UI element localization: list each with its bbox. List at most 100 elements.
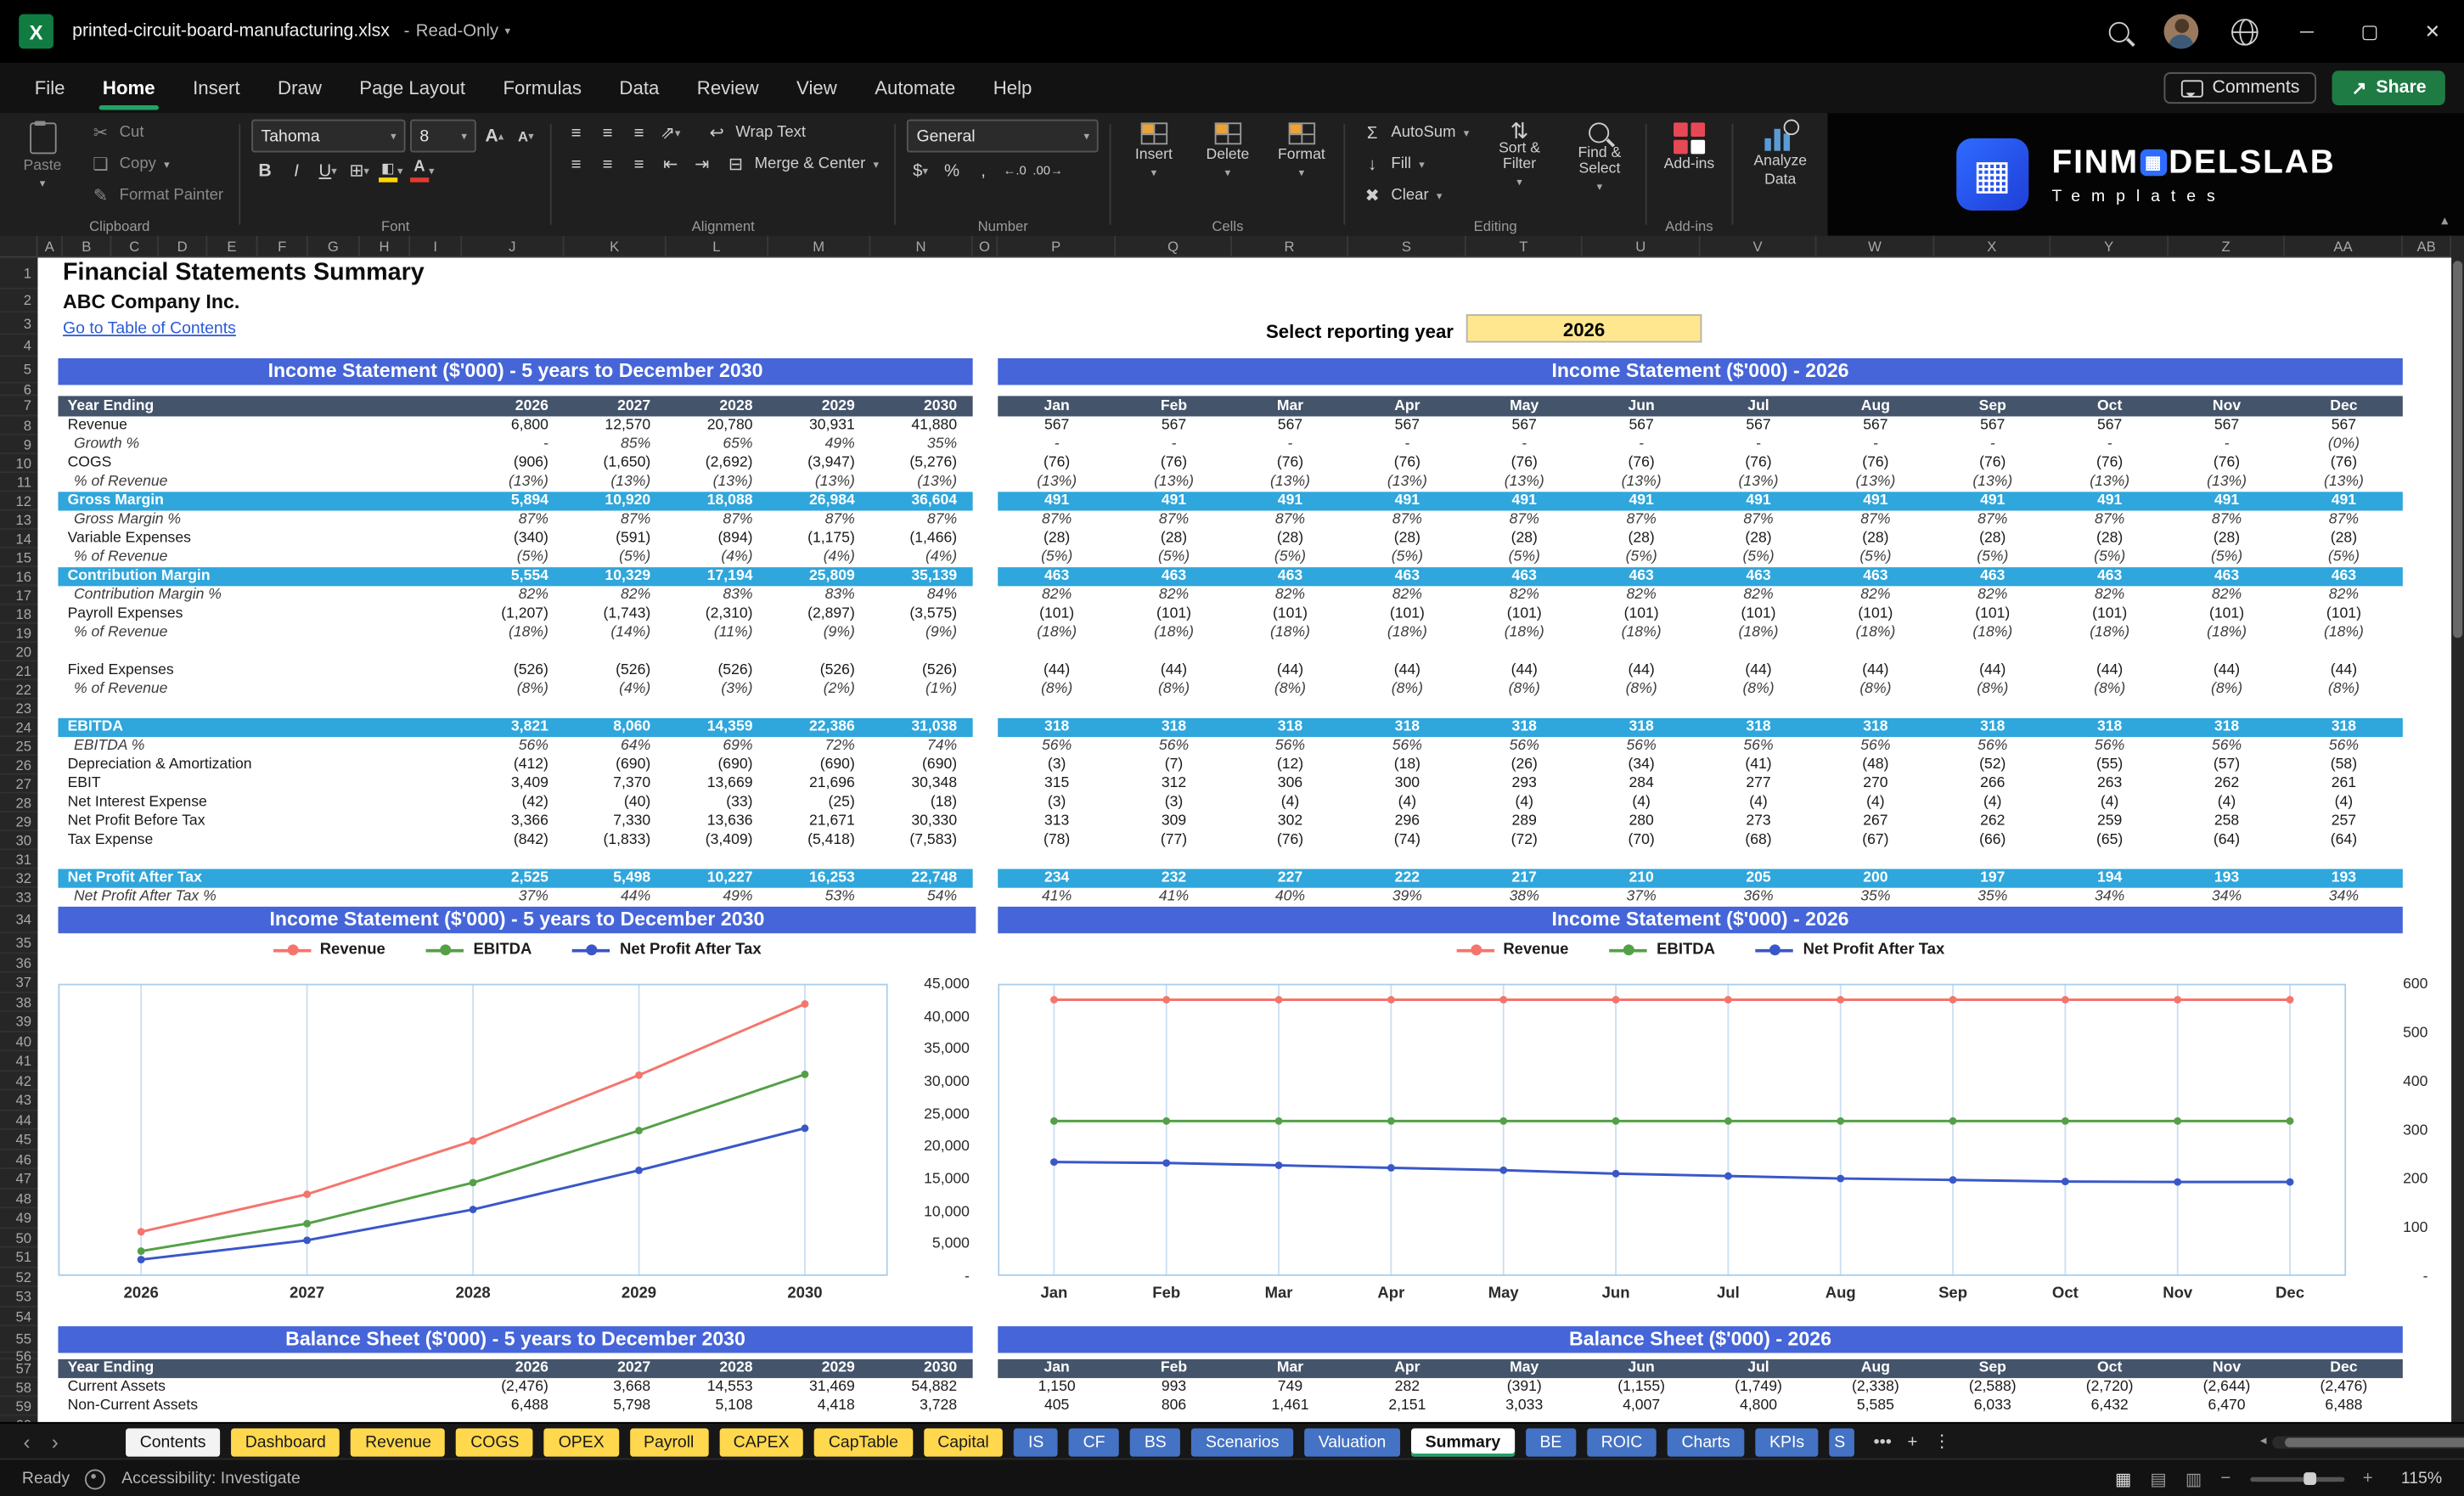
cell[interactable]: 5,498 [564,869,666,887]
cell[interactable]: 289 [1466,813,1583,831]
row-header-46[interactable]: 46 [0,1150,38,1169]
cell[interactable]: 5,554 [462,567,564,586]
cell[interactable]: 491 [2169,492,2285,510]
sheet-tab-contents[interactable]: Contents [126,1427,221,1456]
cell[interactable]: 491 [2285,492,2403,510]
cell[interactable]: (526) [870,661,972,680]
decrease-font-button[interactable]: A ▾ [513,122,539,149]
cell[interactable] [1583,700,1701,718]
cell[interactable]: (41) [1701,756,1817,774]
underline-button[interactable]: U ▾ [314,157,340,183]
cell[interactable]: 302 [1232,813,1348,831]
cell[interactable]: (44) [998,661,1116,680]
scroll-left-icon[interactable]: ◂ [2260,1433,2266,1448]
cell[interactable]: 34% [2169,888,2285,907]
row-header-29[interactable]: 29 [0,813,38,832]
cell[interactable]: (4) [1466,794,1583,813]
next-sheet-button[interactable]: › [41,1430,69,1454]
cell[interactable]: (76) [2169,454,2285,473]
copy-button[interactable]: ❏ Copy ▾ [85,151,228,177]
sheet-tab-cogs[interactable]: COGS [456,1427,534,1456]
cell[interactable]: (2,720) [2051,1378,2169,1397]
cell[interactable]: 234 [998,869,1116,887]
cell[interactable]: 463 [2051,567,2169,586]
cell[interactable]: (5%) [1816,548,1934,567]
cell[interactable]: (13%) [1232,473,1348,492]
cell[interactable]: (3,575) [870,605,972,624]
cell[interactable]: 318 [998,718,1116,737]
cell[interactable] [870,643,972,661]
row-header-43[interactable]: 43 [0,1090,38,1111]
row-header-14[interactable]: 14 [0,530,38,548]
cell[interactable]: 318 [2169,718,2285,737]
cell[interactable] [1232,643,1348,661]
align-right-button[interactable]: ≡ [626,151,652,177]
cell[interactable]: (894) [667,530,768,548]
cell[interactable]: 82% [1816,586,1934,605]
row-header-57[interactable]: 57 [0,1359,38,1379]
cell[interactable]: (412) [462,756,564,774]
cell[interactable]: (8%) [1232,680,1348,699]
header-cell[interactable]: 2026 [462,1359,564,1378]
column-header-r[interactable]: R [1232,235,1348,256]
cell[interactable]: 318 [1934,718,2051,737]
cell[interactable]: 21,696 [768,774,870,793]
prev-sheet-button[interactable]: ‹ [13,1430,41,1454]
cell[interactable]: Contribution Margin [58,567,462,586]
cell[interactable]: 82% [2285,586,2403,605]
cell[interactable]: (18%) [998,624,1116,643]
cell[interactable]: 315 [998,774,1116,793]
sheet-tab-revenue[interactable]: Revenue [351,1427,446,1456]
cell[interactable]: Non-Current Assets [58,1397,462,1415]
cell[interactable]: (74) [1348,831,1466,850]
cell[interactable]: (526) [462,661,564,680]
cell[interactable]: Net Profit Before Tax [58,813,462,831]
cell[interactable]: (2,644) [2169,1378,2285,1397]
menu-item-data[interactable]: Data [600,63,678,113]
header-cell[interactable]: Year Ending [58,1359,462,1378]
share-button[interactable]: ↗ Share [2332,70,2445,106]
cell[interactable]: 69% [667,737,768,756]
increase-decimal-button[interactable]: ←.0 [1001,157,1027,183]
column-header-m[interactable]: M [768,235,871,256]
cell[interactable]: 463 [2169,567,2285,586]
cell[interactable] [58,850,462,869]
cell[interactable]: (13%) [564,473,666,492]
row-header-59[interactable]: 59 [0,1397,38,1416]
cell[interactable]: (13%) [1934,473,2051,492]
header-cell[interactable]: 2028 [667,1359,768,1378]
horizontal-scrollbar[interactable] [2272,1436,2464,1449]
cell[interactable]: 82% [1348,586,1466,605]
row-header-60[interactable]: 60 [0,1416,37,1422]
cell[interactable]: (44) [1232,661,1348,680]
cell[interactable]: (76) [1583,454,1701,473]
cell[interactable]: (690) [564,756,666,774]
clear-button[interactable]: ✖ Clear ▾ [1357,183,1474,209]
cell[interactable]: (66) [1934,831,2051,850]
cell[interactable]: 263 [2051,774,2169,793]
cell[interactable]: (13%) [1466,473,1583,492]
cell[interactable]: 82% [1701,586,1817,605]
cell[interactable]: - [1466,436,1583,454]
cell[interactable] [1232,700,1348,718]
row-header-11[interactable]: 11 [0,473,38,492]
zoom-slider-thumb[interactable] [2303,1472,2316,1485]
cell[interactable]: 258 [2169,813,2285,831]
cell[interactable]: 262 [2169,774,2285,793]
cell[interactable]: (2,338) [1816,1378,1934,1397]
cell[interactable]: 17,194 [667,567,768,586]
cell[interactable]: 8,060 [564,718,666,737]
cell[interactable]: (44) [1934,661,2051,680]
cell[interactable]: Net Interest Expense [58,794,462,813]
decrease-indent-button[interactable]: ⇤ [657,151,684,177]
row-header-5[interactable]: 5 [0,357,38,384]
cell[interactable] [1348,850,1466,869]
cell[interactable]: - [462,436,564,454]
cell[interactable]: 270 [1816,774,1934,793]
cell[interactable]: (44) [1701,661,1817,680]
cell[interactable]: 87% [1348,511,1466,530]
cell[interactable] [2051,643,2169,661]
cell[interactable]: 193 [2285,869,2403,887]
cell[interactable]: - [1701,436,1817,454]
cell[interactable]: (76) [1934,454,2051,473]
